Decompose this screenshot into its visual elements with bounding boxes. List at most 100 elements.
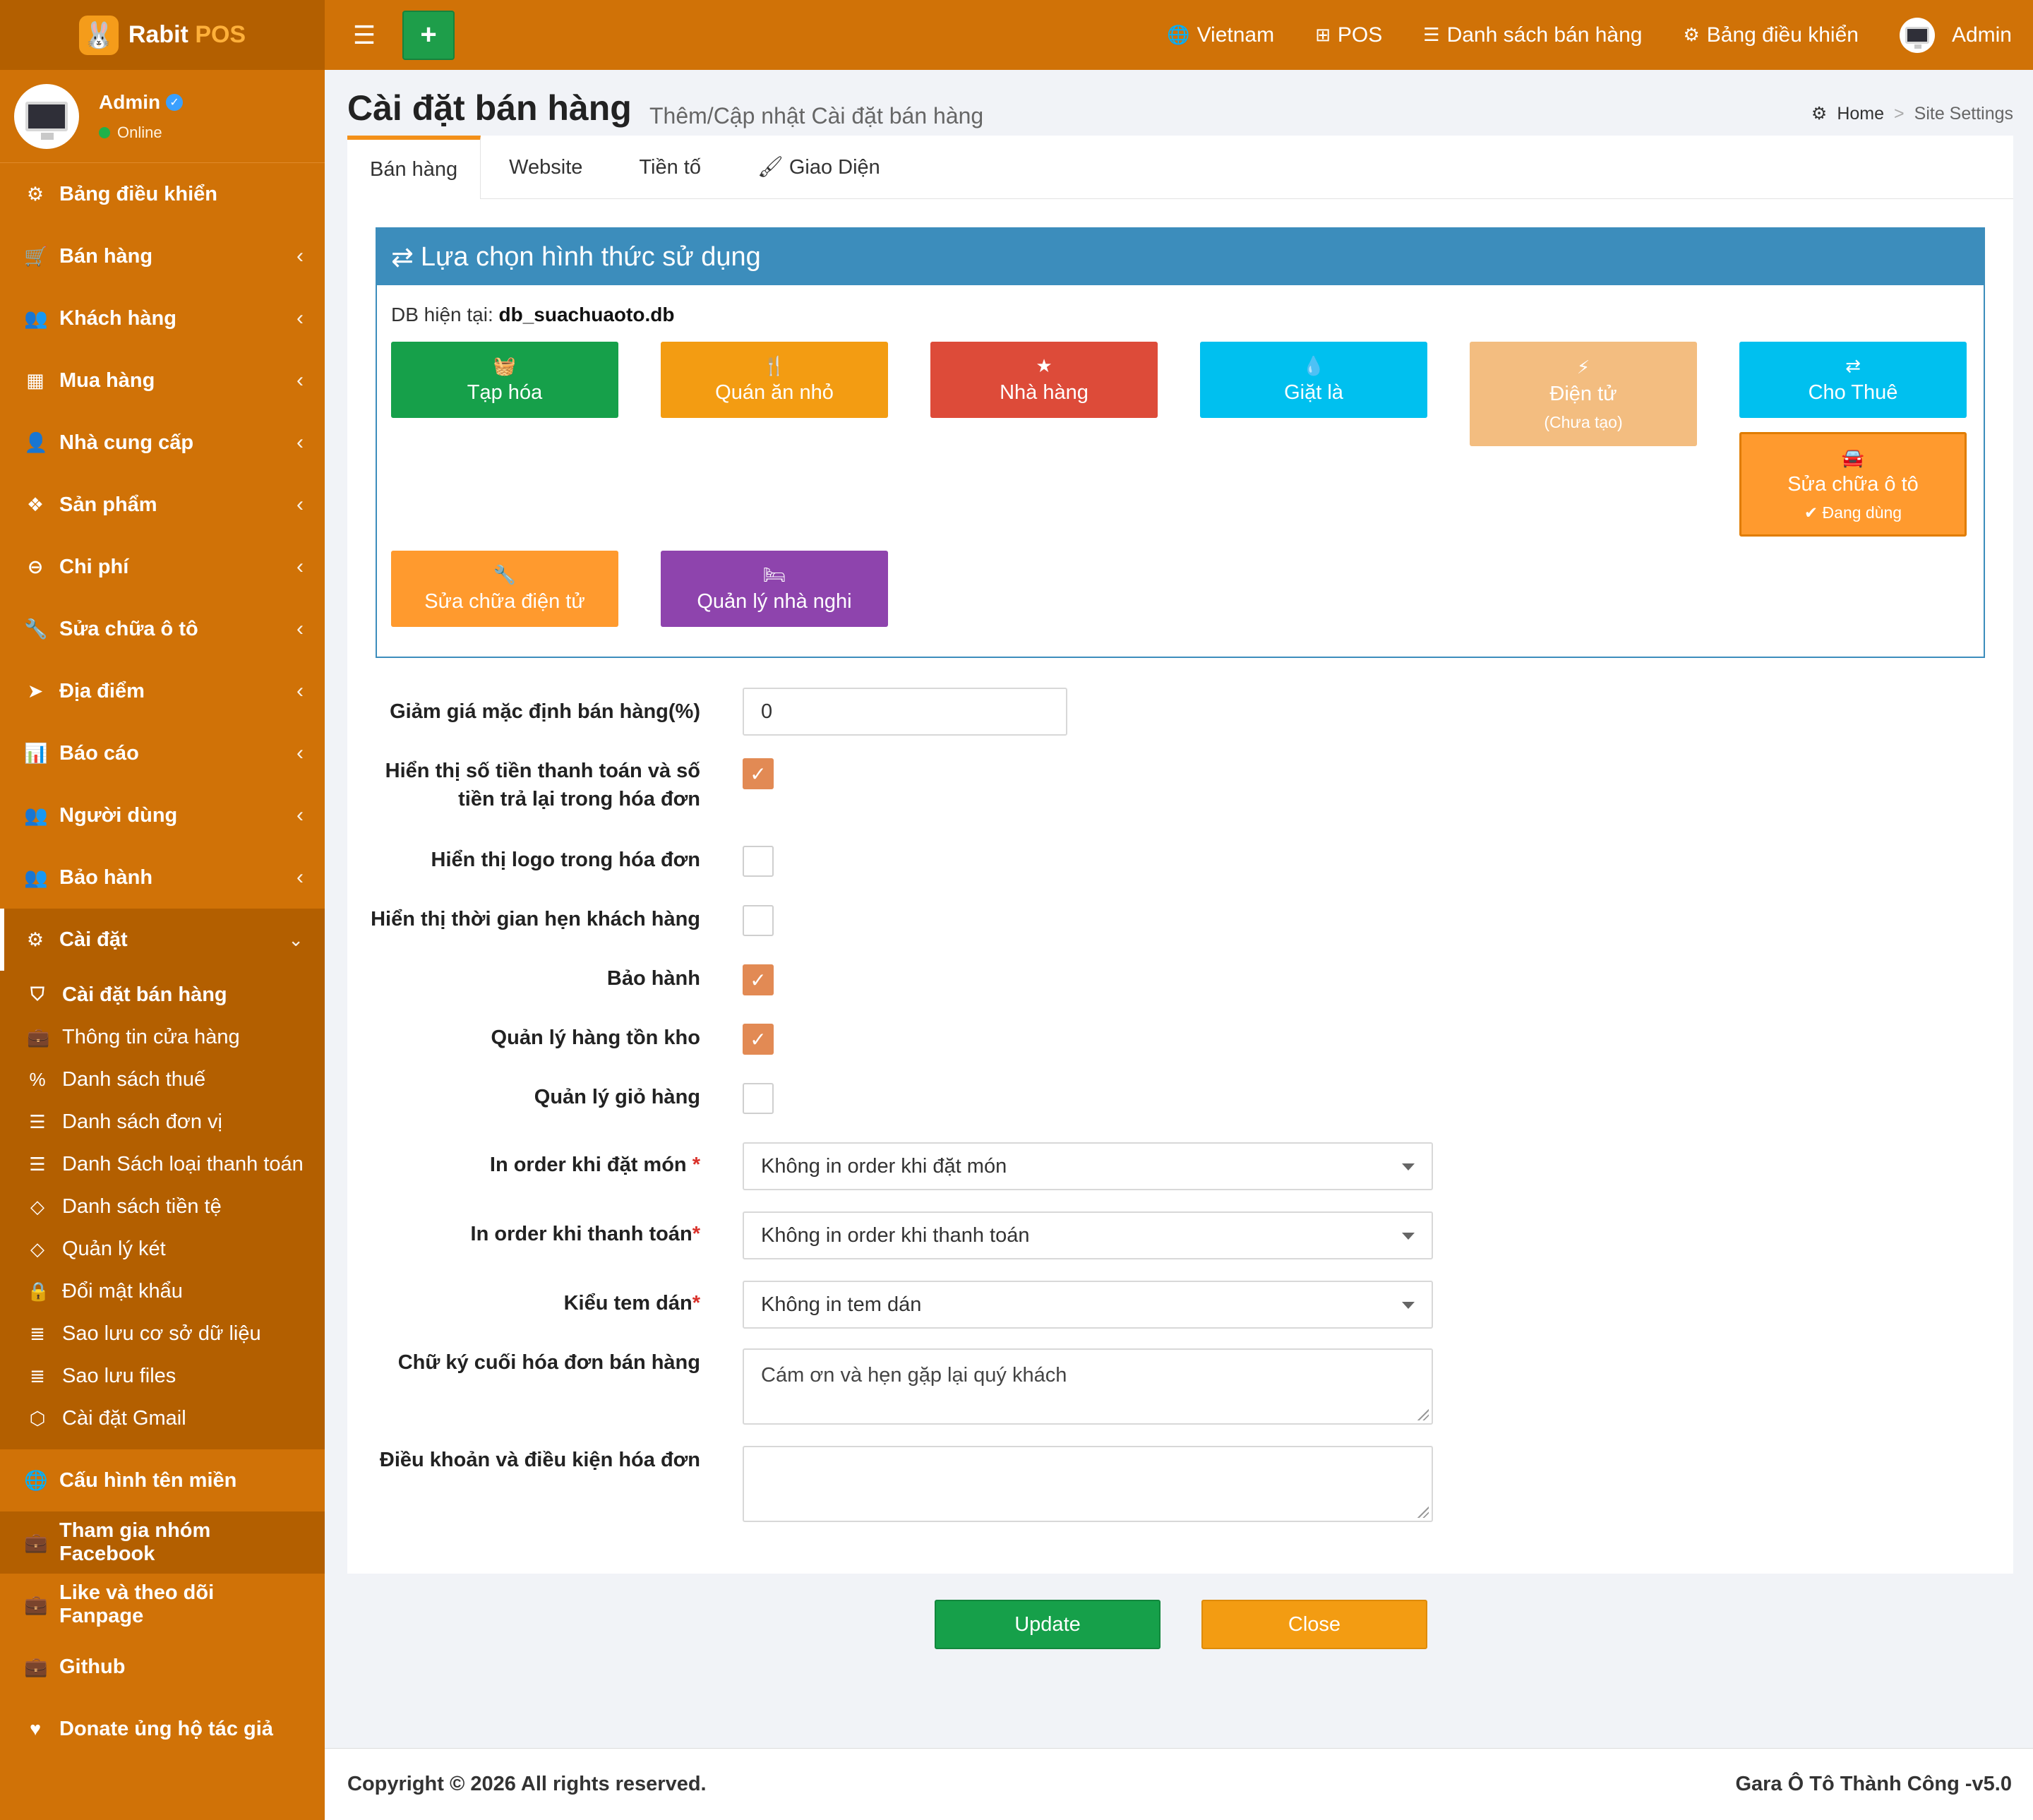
sidebar-item-donate[interactable]: ♥ Donate ủng hộ tác giả xyxy=(0,1698,325,1760)
type-eatery-button[interactable]: 🍴 Quán ăn nhỏ xyxy=(661,342,888,418)
sidebar-item-products[interactable]: ❖ Sản phẩm ‹ xyxy=(0,474,325,536)
current-db: DB hiện tại: db_suachuaoto.db xyxy=(391,304,674,326)
submenu-gmail-settings[interactable]: ⬡ Cài đặt Gmail xyxy=(0,1397,325,1439)
sidebar-item-label: Bán hàng xyxy=(59,244,153,268)
chevron-left-icon: ‹ xyxy=(296,679,304,702)
wrench-icon: 🔧 xyxy=(493,564,517,585)
warranty-label: Bảo hành xyxy=(606,967,700,990)
submenu-store-info[interactable]: 💼 Thông tin cửa hàng xyxy=(0,1016,325,1058)
sidebar-item-users[interactable]: 👥 Người dùng ‹ xyxy=(0,784,325,846)
show-appointment-checkbox[interactable] xyxy=(743,905,774,936)
terms-textarea[interactable] xyxy=(743,1446,1433,1522)
sidebar-item-locations[interactable]: ➤ Địa điểm ‹ xyxy=(0,660,325,722)
tab-theme[interactable]: 🖌 Giao Diện xyxy=(729,136,908,199)
caret-down-icon xyxy=(1402,1163,1415,1171)
menu-toggle-icon[interactable]: ☰ xyxy=(343,20,385,50)
type-button-label: Điện tử xyxy=(1549,382,1617,405)
sidebar-item-dashboard[interactable]: ⚙ Bảng điều khiển xyxy=(0,163,325,225)
tab-sales[interactable]: Bán hàng xyxy=(347,136,481,199)
list-icon: ☰ xyxy=(1423,24,1440,45)
add-button[interactable]: + xyxy=(402,10,455,60)
sidebar-item-warranty[interactable]: 👥 Bảo hành ‹ xyxy=(0,846,325,909)
type-button-label: Sửa chữa điện tử xyxy=(424,590,585,613)
sidebar-item-domain[interactable]: 🌐 Cấu hình tên miền xyxy=(0,1449,325,1511)
sidebar-item-car-repair[interactable]: 🔧 Sửa chữa ô tô ‹ xyxy=(0,598,325,660)
breadcrumb: ⚙ Home > Site Settings xyxy=(1811,103,2013,124)
submenu-cash-drawer[interactable]: ◇ Quản lý két xyxy=(0,1228,325,1270)
bolt-icon: ⚡ xyxy=(1576,356,1590,378)
submenu-label: Danh sách đơn vị xyxy=(62,1110,222,1133)
plus-square-icon: ⊞ xyxy=(1315,24,1331,45)
pos-link[interactable]: ⊞ POS xyxy=(1315,23,1382,47)
exchange-icon: ⇄ xyxy=(1845,355,1861,376)
show-paid-checkbox[interactable]: ✓ xyxy=(743,758,774,789)
type-rental-button[interactable]: ⇄ Cho Thuê xyxy=(1739,342,1967,418)
brand-logo[interactable]: 🐰 Rabit POS xyxy=(0,0,325,70)
type-button-label: Giặt là xyxy=(1284,381,1343,404)
update-button[interactable]: Update xyxy=(935,1600,1161,1649)
show-logo-checkbox[interactable] xyxy=(743,846,774,877)
close-button[interactable]: Close xyxy=(1201,1600,1427,1649)
order-on-pay-select[interactable]: Không in order khi thanh toán xyxy=(743,1211,1433,1259)
sidebar-item-customers[interactable]: 👥 Khách hàng ‹ xyxy=(0,287,325,349)
type-electronics-button[interactable]: ⚡ Điện tử (Chưa tạo) xyxy=(1470,342,1697,446)
current-db-name: db_suachuaoto.db xyxy=(498,304,675,325)
cart-checkbox[interactable] xyxy=(743,1083,774,1114)
sidebar-item-sales[interactable]: 🛒 Bán hàng ‹ xyxy=(0,225,325,287)
sidebar-item-fanpage[interactable]: 💼 Like và theo dõi Fanpage xyxy=(0,1574,325,1636)
signature-textarea[interactable]: Cám ơn và hẹn gặp lại quý khách xyxy=(743,1348,1433,1425)
discount-input[interactable]: 0 xyxy=(743,688,1067,736)
resize-handle-icon[interactable] xyxy=(1417,1409,1429,1420)
sales-list-link[interactable]: ☰ Danh sách bán hàng xyxy=(1423,23,1642,47)
dashboard-link[interactable]: ⚙ Bảng điều khiển xyxy=(1683,23,1858,47)
chevron-left-icon: ‹ xyxy=(296,431,304,454)
resize-handle-icon[interactable] xyxy=(1417,1507,1429,1518)
breadcrumb-home[interactable]: Home xyxy=(1837,104,1884,124)
sidebar-item-facebook-group[interactable]: 💼 Tham gia nhóm Facebook xyxy=(0,1511,325,1574)
warranty-checkbox[interactable]: ✓ xyxy=(743,964,774,995)
sidebar-item-suppliers[interactable]: 👤 Nhà cung cấp ‹ xyxy=(0,412,325,474)
order-on-place-select[interactable]: Không in order khi đặt món xyxy=(743,1142,1433,1190)
sidebar-item-reports[interactable]: 📊 Báo cáo ‹ xyxy=(0,722,325,784)
show-paid-label: Hiển thị số tiền thanh toán và số tiền tr… xyxy=(333,757,700,813)
tab-website[interactable]: Website xyxy=(481,136,611,199)
type-restaurant-button[interactable]: ★ Nhà hàng xyxy=(930,342,1158,418)
code-icon: ◇ xyxy=(30,1238,44,1259)
type-electronics-repair-button[interactable]: 🔧 Sửa chữa điện tử xyxy=(391,551,618,627)
language-link[interactable]: 🌐 Vietnam xyxy=(1167,23,1274,47)
brand-name-pos: POS xyxy=(195,21,246,48)
location-arrow-icon: ➤ xyxy=(27,680,44,702)
submenu-tax-list[interactable]: % Danh sách thuế xyxy=(0,1058,325,1101)
submenu-change-password[interactable]: 🔒 Đổi mật khẩu xyxy=(0,1270,325,1312)
sidebar-nav: ⚙ Bảng điều khiển 🛒 Bán hàng ‹ 👥 Khách hàng ‹… xyxy=(0,163,325,1760)
type-button-label: Quán ăn nhỏ xyxy=(715,381,834,404)
sidebar-item-settings[interactable]: ⚙ Cài đặt ⌄ xyxy=(0,909,325,971)
sidebar-item-purchases[interactable]: ▦ Mua hàng ‹ xyxy=(0,349,325,412)
type-motel-button[interactable]: 🛏 Quản lý nhà nghi xyxy=(661,551,888,627)
sidebar-item-label: Nhà cung cấp xyxy=(59,431,194,454)
sidebar-item-expenses[interactable]: ⊖ Chi phí ‹ xyxy=(0,536,325,598)
submenu-backup-db[interactable]: ≣ Sao lưu cơ sở dữ liệu xyxy=(0,1312,325,1355)
type-button-label: Tạp hóa xyxy=(467,381,543,404)
inventory-checkbox[interactable]: ✓ xyxy=(743,1024,774,1055)
cart-label: Quản lý giỏ hàng xyxy=(534,1086,700,1108)
submenu-sales-settings[interactable]: ⛉ Cài đặt bán hàng xyxy=(0,974,325,1016)
submenu-currencies[interactable]: ◇ Danh sách tiền tệ xyxy=(0,1185,325,1228)
footer: Copyright © 2026 All rights reserved. Ga… xyxy=(325,1748,2033,1820)
submenu-payment-types[interactable]: ☰ Danh Sách loại thanh toán xyxy=(0,1143,325,1185)
submenu-backup-files[interactable]: ≣ Sao lưu files xyxy=(0,1355,325,1397)
sidebar-item-github[interactable]: 💼 Github xyxy=(0,1636,325,1698)
sticker-select[interactable]: Không in tem dán xyxy=(743,1281,1433,1329)
wrench-icon: 🔧 xyxy=(24,618,48,640)
sidebar-item-label: Báo cáo xyxy=(59,741,139,765)
type-laundry-button[interactable]: 💧 Giặt là xyxy=(1200,342,1427,418)
submenu-unit-list[interactable]: ☰ Danh sách đơn vị xyxy=(0,1101,325,1143)
submenu-label: Quản lý két xyxy=(62,1237,166,1260)
type-car-repair-button[interactable]: 🚘 Sửa chữa ô tô ✔ Đang dùng xyxy=(1739,432,1967,537)
chevron-left-icon: ‹ xyxy=(296,741,304,765)
user-menu[interactable]: Admin xyxy=(1899,17,2012,53)
tab-prefix[interactable]: Tiền tố xyxy=(611,136,729,199)
show-appointment-label: Hiển thị thời gian hẹn khách hàng xyxy=(371,908,700,930)
type-grocery-button[interactable]: 🧺 Tạp hóa xyxy=(391,342,618,418)
cart-icon: 🛒 xyxy=(24,246,48,267)
